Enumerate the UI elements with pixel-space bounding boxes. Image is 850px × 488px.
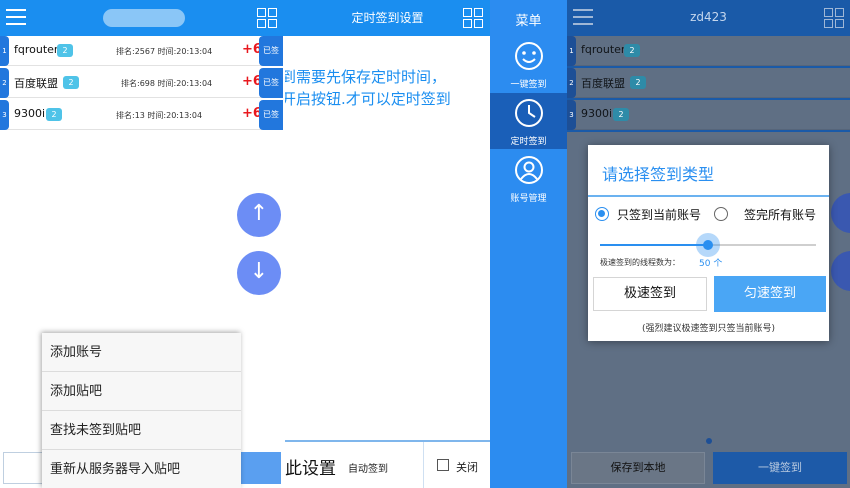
menu-item-account-management[interactable]: 账号管理 [490,150,567,206]
level-badge: 2 [57,44,73,57]
top-bar [0,0,285,36]
grid-icon[interactable] [463,8,483,28]
menu-add-forum[interactable]: 添加贴吧 [42,372,241,411]
scheduled-sign-screen: 定时签到设置 到需要先保存定时时间， 开启按钮.才可以定时签到 此设置 自动签到… [285,0,490,488]
account-name: 百度联盟 [14,77,58,90]
menu-add-account[interactable]: 添加账号 [42,333,241,372]
level-badge: 2 [630,76,646,89]
page-indicator-dot [706,438,712,444]
menu-item-scheduled-sign[interactable]: 定时签到 [490,93,567,149]
level-badge: 2 [46,108,62,121]
all-accounts-radio[interactable] [714,207,728,221]
menu-title: 菜单 [515,14,542,29]
sign-type-dialog: 请选择签到类型 只签到当前账号 签完所有账号 极速签到的线程数为： 50 个 极… [588,145,829,341]
divider [423,442,424,488]
blurred-username [103,9,185,27]
level-badge: 2 [613,108,629,121]
account-name: 9300i [581,107,613,120]
grid-icon[interactable] [824,8,844,28]
dialog-title: 请选择签到类型 [602,165,715,184]
one-click-sign-button[interactable]: 一键签到 [713,452,847,484]
account-list-screen: 1 fqrouter 2 排名:2567 时间:20:13:04 +6 已签 2… [0,0,285,488]
level-badge: 2 [624,44,640,57]
account-name: fqrouter [581,43,626,56]
auto-sign-label: 自动签到 [348,464,388,475]
thread-count-value: 50 个 [699,259,723,269]
account-name: 百度联盟 [581,77,625,90]
row-index: 2 [0,68,9,98]
menu-reimport-forums[interactable]: 重新从服务器导入贴吧 [42,450,241,488]
context-menu: 添加账号 添加贴吧 查找未签到贴吧 重新从服务器导入贴吧 [42,333,241,488]
sign-type-screen: zd423 1 fqrouter 2 2 百度联盟 2 3 9300i 2 保存… [567,0,850,488]
bottom-bar: 此设置 自动签到 关闭 [285,440,490,488]
smiley-icon [515,42,543,70]
row-index: 1 [567,36,576,66]
account-row[interactable]: 3 9300i 2 [567,100,850,130]
rank-time-text: 排名:698 时间:20:13:04 [121,79,213,88]
account-row[interactable]: 3 9300i 2 排名:13 时间:20:13:04 +6 已签 [0,100,283,130]
scroll-up-button[interactable]: ↑ [237,193,281,237]
even-sign-button[interactable]: 匀速签到 [714,276,826,312]
signed-status-button[interactable]: 已签 [259,100,283,130]
menu-item-label: 定时签到 [510,137,547,147]
save-setting-button[interactable]: 此设置 [285,454,336,479]
scroll-down-button[interactable]: ↓ [237,251,281,295]
top-bar: 定时签到设置 [285,0,490,36]
row-index: 2 [567,68,576,98]
slider-fill [600,244,708,246]
account-row[interactable]: 1 fqrouter 2 [567,36,850,66]
grid-icon[interactable] [257,8,277,28]
save-local-button[interactable]: 保存到本地 [571,452,705,484]
top-bar: zd423 [567,0,850,36]
signed-status-button[interactable]: 已签 [259,36,283,66]
menu-item-label: 账号管理 [510,194,547,204]
signed-status-button[interactable]: 已签 [259,68,283,98]
info-text-line2: 开启按钮.才可以定时签到 [285,90,451,108]
row-index: 3 [0,100,9,130]
close-label: 关闭 [456,461,478,474]
current-account-label: 只签到当前账号 [617,208,702,222]
info-text-line1: 到需要先保存定时时间， [285,68,447,86]
fast-sign-button[interactable]: 极速签到 [593,277,707,311]
clock-icon [515,99,543,127]
bottom-left-button[interactable] [3,452,43,484]
current-account-radio[interactable] [595,207,609,221]
account-row[interactable]: 2 百度联盟 2 [567,68,850,98]
page-title: zd423 [690,10,727,24]
account-row[interactable]: 2 百度联盟 2 排名:698 时间:20:13:04 +6 已签 [0,68,283,98]
rank-time-text: 排名:13 时间:20:13:04 [116,111,203,120]
close-checkbox[interactable] [437,459,449,471]
slider-handle[interactable] [696,233,720,257]
menu-item-one-click-sign[interactable]: 一键签到 [490,36,567,92]
bottom-right-button[interactable] [241,452,281,484]
thread-count-label: 极速签到的线程数为： [600,258,680,267]
account-row[interactable]: 1 fqrouter 2 排名:2567 时间:20:13:04 +6 已签 [0,36,283,66]
menu-find-unsigned-forums[interactable]: 查找未签到贴吧 [42,411,241,450]
level-badge: 2 [63,76,79,89]
all-accounts-label: 签完所有账号 [744,208,817,222]
menu-item-label: 一键签到 [510,80,547,90]
user-icon [515,156,543,184]
page-title: 定时签到设置 [351,11,424,25]
menu-icon[interactable] [6,9,26,25]
row-index: 3 [567,100,576,130]
dialog-divider [588,195,829,197]
account-name: fqrouter [14,43,59,56]
rank-time-text: 排名:2567 时间:20:13:04 [116,47,213,56]
row-index: 1 [0,36,9,66]
account-name: 9300i [14,107,46,120]
side-menu: 菜单 一键签到 定时签到 账号管理 [490,0,567,488]
dialog-note: (强烈建议极速签到只签当前账号) [641,324,776,334]
